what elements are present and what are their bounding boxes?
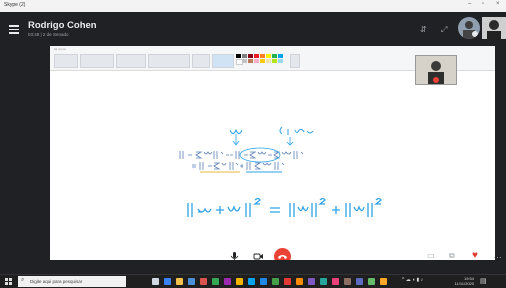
app-icon-4[interactable] (332, 278, 339, 285)
window-titlebar: Skype (2) – ▫ × (0, 0, 506, 12)
search-placeholder: Digite aqui para pesquisar (30, 279, 83, 284)
windows-taskbar: ⌕ Digite aqui para pesquisar ^ ☁ ◖ ▮ ♪ 1… (0, 274, 506, 288)
app-icon-7[interactable] (368, 278, 375, 285)
chat-icon[interactable]: ▭ (427, 251, 435, 260)
powerpoint-icon[interactable] (284, 278, 291, 285)
heart-reaction-icon[interactable]: ♥ (472, 250, 478, 261)
self-avatar[interactable] (482, 17, 506, 39)
teams-icon[interactable] (308, 278, 315, 285)
contact-name: Rodrigo Cohen (28, 20, 97, 31)
maximize-button[interactable]: ▫ (482, 1, 484, 7)
self-view-thumbnail[interactable] (415, 55, 457, 85)
store-icon[interactable] (188, 278, 195, 285)
clipboard-group[interactable] (54, 54, 78, 68)
edge-icon[interactable] (164, 278, 171, 285)
participant-avatar[interactable] (458, 17, 480, 39)
taskbar-search-box[interactable]: ⌕ Digite aqui para pesquisar (18, 276, 126, 287)
tools-group[interactable] (116, 54, 146, 68)
word-icon[interactable] (260, 278, 267, 285)
skype-icon[interactable] (248, 278, 255, 285)
app-icon-1[interactable] (224, 278, 231, 285)
task-view-icon[interactable] (152, 278, 159, 285)
participants-icon[interactable]: ⇵ (420, 25, 427, 34)
minimize-button[interactable]: – (468, 1, 471, 7)
call-controls-bar: ▭ ⧉ ♥ … (0, 250, 506, 274)
shapes-group[interactable] (148, 54, 190, 68)
app-icon-8[interactable] (380, 278, 387, 285)
call-status: 03:48 | 2 de Senado (28, 32, 69, 37)
file-explorer-icon[interactable] (176, 278, 183, 285)
app-icon-2[interactable] (236, 278, 243, 285)
pin-icon[interactable]: ⤢ (441, 25, 447, 35)
edit-colors-button[interactable] (290, 54, 300, 68)
windows-start-icon[interactable] (5, 278, 12, 285)
call-header: Rodrigo Cohen 03:48 | 2 de Senado ⇵ ⤢ (0, 12, 506, 46)
handwritten-math (179, 126, 382, 217)
taskbar-clock[interactable]: 19:54 11/11/2020 (444, 276, 474, 286)
excel-icon[interactable] (272, 278, 279, 285)
paint-icon[interactable] (296, 278, 303, 285)
chrome-icon[interactable] (212, 278, 219, 285)
clock-date: 11/11/2020 (454, 280, 474, 286)
hamburger-menu-icon[interactable] (9, 23, 19, 36)
color-palette[interactable] (236, 54, 284, 65)
app-title: Skype (2) (4, 2, 26, 8)
app-icon-3[interactable] (320, 278, 327, 285)
notification-icon[interactable]: ▤ (480, 277, 487, 285)
app-icon-5[interactable] (344, 278, 351, 285)
paint-canvas[interactable] (50, 71, 495, 260)
active-color-box[interactable] (212, 54, 234, 68)
image-group[interactable] (80, 54, 114, 68)
paint-tab-file[interactable]: ▭ ▭ ▭ (54, 47, 66, 51)
close-button[interactable]: × (496, 1, 500, 7)
share-screen-icon[interactable]: ⧉ (449, 251, 455, 261)
more-options-icon[interactable]: … (493, 250, 502, 260)
system-tray-icons[interactable]: ^ ☁ ◖ ▮ ♪ (402, 277, 423, 283)
size-group[interactable] (192, 54, 210, 68)
search-icon: ⌕ (21, 277, 25, 283)
app-icon-6[interactable] (356, 278, 363, 285)
mail-icon[interactable] (200, 278, 207, 285)
